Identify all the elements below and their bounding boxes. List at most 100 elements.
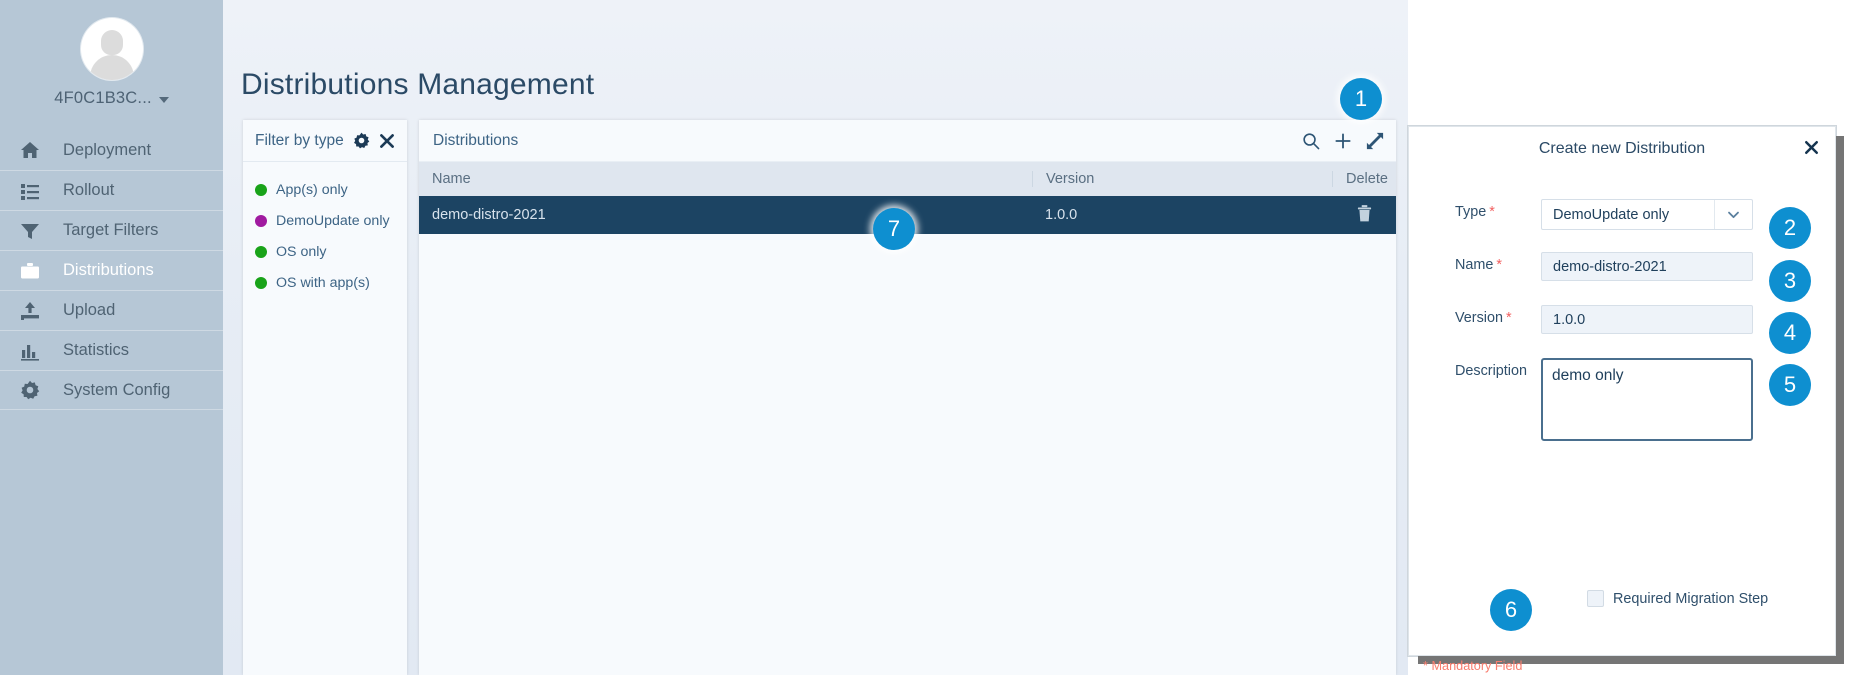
column-header-name[interactable]: Name bbox=[419, 171, 1032, 187]
sidebar-item-system-config[interactable]: System Config bbox=[0, 370, 223, 410]
distributions-panel: Distributions Name Version Delete demo-d… bbox=[419, 120, 1396, 675]
sidebar-item-rollout[interactable]: Rollout bbox=[0, 170, 223, 210]
sidebar-item-upload[interactable]: Upload bbox=[0, 290, 223, 330]
field-label-name: Name * bbox=[1409, 252, 1541, 273]
search-icon[interactable] bbox=[1302, 132, 1320, 150]
sidebar-item-label: Distributions bbox=[63, 261, 154, 279]
field-label-description: Description bbox=[1409, 358, 1541, 379]
step-badge-number: 7 bbox=[887, 216, 901, 241]
briefcase-icon bbox=[19, 260, 41, 282]
list-icon bbox=[19, 180, 41, 202]
type-select-value: DemoUpdate only bbox=[1553, 206, 1670, 223]
avatar bbox=[80, 18, 143, 80]
cell-delete bbox=[1332, 204, 1396, 226]
table-header-row: Name Version Delete bbox=[419, 162, 1396, 196]
page-title: Distributions Management bbox=[241, 68, 595, 101]
sidebar-item-distributions[interactable]: Distributions bbox=[0, 250, 223, 290]
home-icon bbox=[19, 139, 41, 161]
version-input[interactable] bbox=[1541, 305, 1753, 334]
maximize-icon[interactable] bbox=[1366, 132, 1384, 150]
column-header-delete: Delete bbox=[1332, 171, 1396, 187]
filter-type-list: App(s) only DemoUpdate only OS only OS w… bbox=[243, 162, 407, 298]
filter-item-os-with-apps[interactable]: OS with app(s) bbox=[243, 267, 407, 298]
step-badge-number: 2 bbox=[1783, 215, 1797, 240]
avatar-body bbox=[89, 55, 134, 80]
close-icon[interactable] bbox=[1804, 140, 1819, 155]
mandatory-field-note: * Mandatory Field bbox=[1423, 659, 1523, 673]
field-label-text: Name bbox=[1455, 257, 1494, 273]
step-badge-number: 3 bbox=[1783, 268, 1797, 293]
filter-panel-header: Filter by type bbox=[243, 120, 407, 162]
sidebar-item-label: Rollout bbox=[63, 181, 115, 199]
distributions-panel-title: Distributions bbox=[433, 131, 519, 149]
sidebar-item-label: System Config bbox=[63, 380, 171, 399]
filter-icon bbox=[19, 220, 41, 242]
filter-panel: Filter by type App(s) only DemoUpdate on… bbox=[243, 120, 407, 675]
step-badge-3: 3 bbox=[1769, 260, 1811, 302]
sidebar-item-label: Statistics bbox=[63, 341, 130, 359]
avatar-head bbox=[100, 30, 123, 55]
trash-icon[interactable] bbox=[1357, 204, 1372, 226]
gear-icon[interactable] bbox=[353, 132, 370, 149]
cell-version: 1.0.0 bbox=[1045, 207, 1078, 223]
required-marker: * bbox=[1496, 257, 1502, 273]
sidebar: 4F0C1B3C... Deployment Rollout Target Fi… bbox=[0, 0, 223, 675]
filter-item-demoupdate-only[interactable]: DemoUpdate only bbox=[243, 205, 407, 236]
step-badge-1: 1 bbox=[1340, 78, 1382, 120]
sidebar-item-target-filters[interactable]: Target Filters bbox=[0, 210, 223, 250]
type-select[interactable]: DemoUpdate only bbox=[1541, 199, 1753, 230]
filter-item-label: DemoUpdate only bbox=[276, 212, 390, 229]
required-marker: * bbox=[1506, 310, 1512, 326]
distributions-panel-header: Distributions bbox=[419, 120, 1396, 162]
field-label-text: Version bbox=[1455, 310, 1503, 326]
bar-chart-icon bbox=[19, 340, 41, 362]
chevron-down-icon bbox=[158, 97, 169, 103]
step-badge-number: 6 bbox=[1504, 597, 1518, 622]
column-header-version[interactable]: Version bbox=[1032, 171, 1332, 187]
step-badge-2: 2 bbox=[1769, 207, 1811, 249]
sidebar-item-statistics[interactable]: Statistics bbox=[0, 330, 223, 370]
type-color-dot bbox=[255, 245, 267, 258]
gear-icon bbox=[19, 379, 41, 401]
name-input[interactable] bbox=[1541, 252, 1753, 281]
panel-toolbar bbox=[1302, 132, 1384, 150]
app-root: 4F0C1B3C... Deployment Rollout Target Fi… bbox=[0, 0, 1858, 675]
step-badge-5: 5 bbox=[1769, 364, 1811, 406]
cell-name: demo-distro-2021 bbox=[432, 207, 546, 223]
step-badge-number: 1 bbox=[1354, 86, 1368, 111]
plus-icon[interactable] bbox=[1334, 132, 1352, 150]
user-menu[interactable]: 4F0C1B3C... bbox=[54, 89, 169, 108]
sidebar-nav: Deployment Rollout Target Filters Distri… bbox=[0, 130, 223, 410]
main-content: Distributions Management Filter by type bbox=[223, 0, 1408, 675]
field-label-version: Version * bbox=[1409, 305, 1541, 326]
sidebar-item-deployment[interactable]: Deployment bbox=[0, 130, 223, 170]
step-badge-4: 4 bbox=[1769, 312, 1811, 354]
field-label-text: Description bbox=[1455, 363, 1527, 379]
filter-item-label: OS only bbox=[276, 243, 327, 260]
close-icon[interactable] bbox=[379, 133, 395, 149]
required-marker: * bbox=[1489, 204, 1495, 220]
checkbox-box[interactable] bbox=[1587, 590, 1604, 607]
sidebar-item-label: Upload bbox=[63, 301, 116, 319]
upload-icon bbox=[19, 300, 41, 322]
step-badge-number: 4 bbox=[1783, 320, 1797, 345]
filter-item-label: OS with app(s) bbox=[276, 274, 370, 291]
filter-item-os-only[interactable]: OS only bbox=[243, 236, 407, 267]
type-color-dot bbox=[255, 276, 267, 289]
required-migration-step-checkbox[interactable]: Required Migration Step bbox=[1587, 590, 1768, 607]
step-badge-number: 5 bbox=[1783, 372, 1797, 397]
user-profile-block: 4F0C1B3C... bbox=[0, 18, 223, 108]
chevron-down-icon[interactable] bbox=[1714, 200, 1752, 229]
filter-item-apps-only[interactable]: App(s) only bbox=[243, 174, 407, 205]
filter-panel-title: Filter by type bbox=[255, 131, 344, 149]
sidebar-item-label: Deployment bbox=[63, 140, 152, 159]
step-badge-7: 7 bbox=[873, 208, 915, 250]
sidebar-item-label: Target Filters bbox=[63, 221, 159, 239]
type-color-dot bbox=[255, 214, 267, 227]
field-label-text: Type bbox=[1455, 204, 1487, 220]
field-label-type: Type * bbox=[1409, 199, 1541, 220]
description-textarea[interactable] bbox=[1541, 358, 1753, 441]
dialog-title: Create new Distribution bbox=[1538, 140, 1706, 157]
type-color-dot bbox=[255, 183, 267, 196]
step-badge-6: 6 bbox=[1490, 589, 1532, 631]
